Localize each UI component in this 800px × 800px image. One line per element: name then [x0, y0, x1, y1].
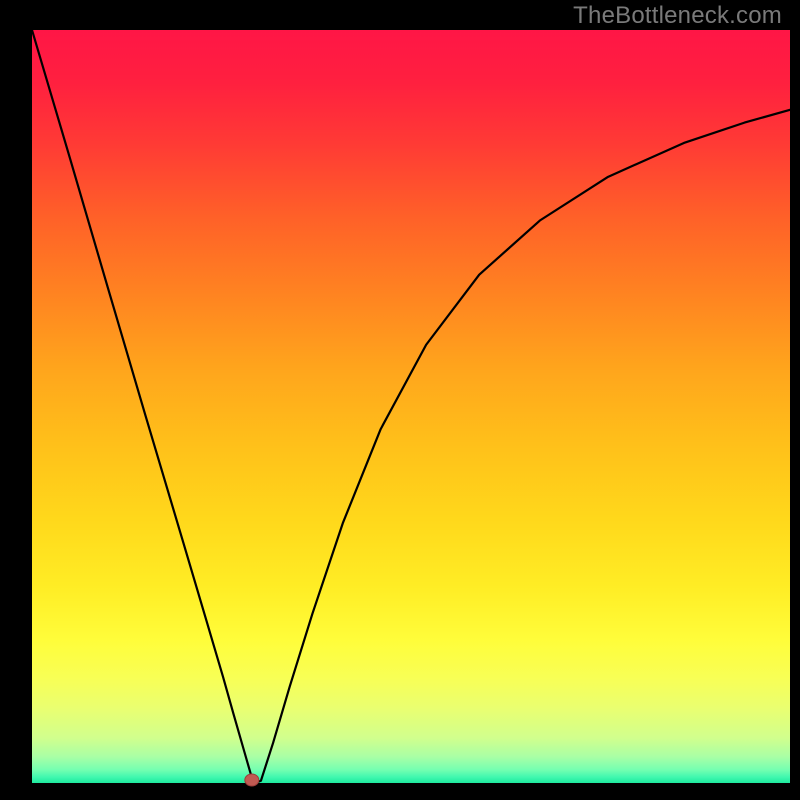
optimal-point-marker	[245, 774, 259, 786]
chart-svg	[0, 0, 800, 800]
chart-frame: { "watermark": "TheBottleneck.com", "col…	[0, 0, 800, 800]
plot-background	[32, 30, 790, 783]
